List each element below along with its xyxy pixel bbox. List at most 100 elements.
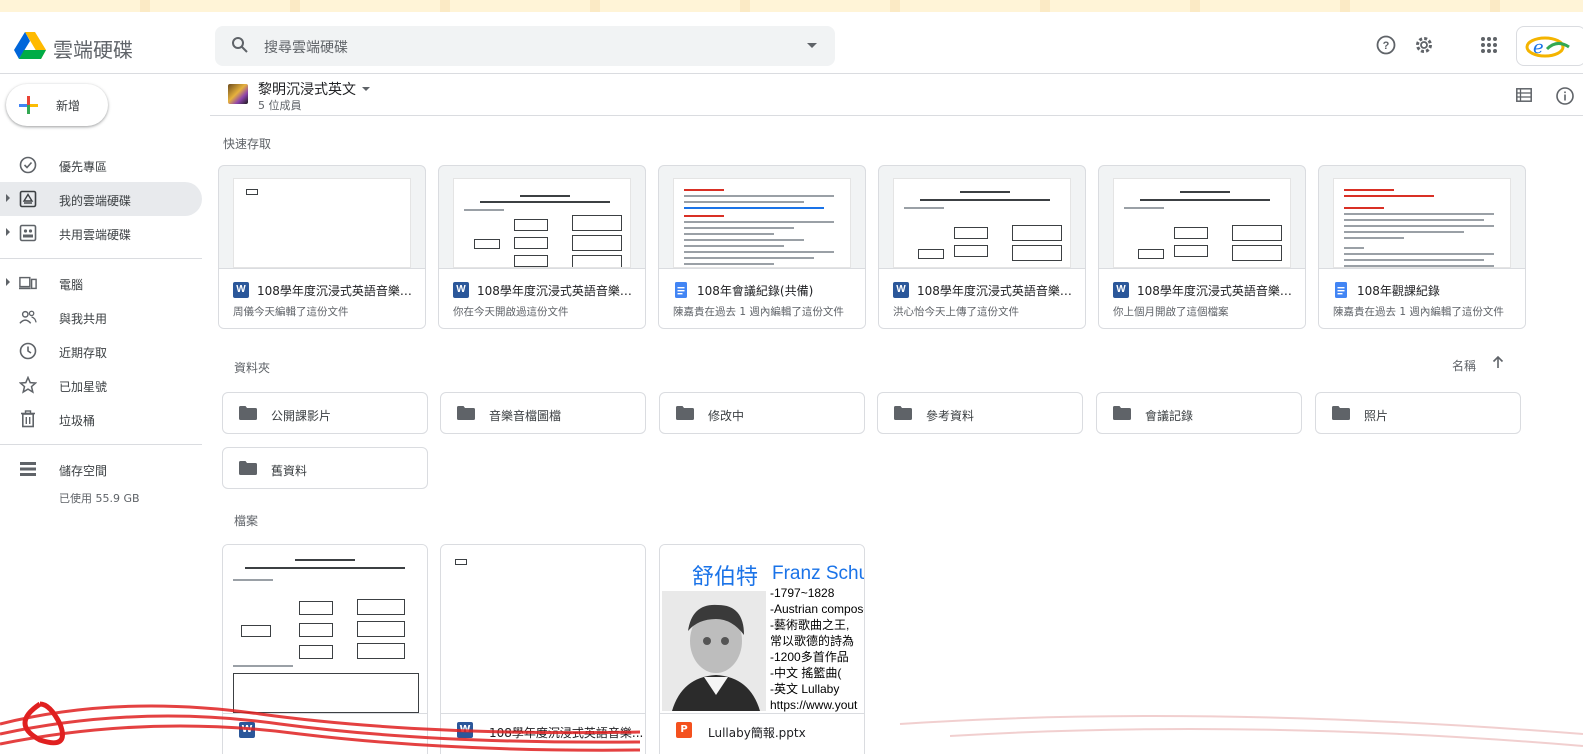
- folder-item[interactable]: 舊資料: [222, 447, 428, 489]
- help-icon[interactable]: ?: [1375, 34, 1397, 56]
- sidebar-item-label: 優先專區: [59, 160, 108, 174]
- file-thumbnail: [453, 178, 631, 268]
- sidebar-item-shared-drives[interactable]: 共用雲端硬碟: [0, 216, 202, 250]
- shared-drive-icon: [19, 224, 37, 242]
- folder-item[interactable]: 修改中: [659, 392, 865, 434]
- file-card[interactable]: 舒伯特 Franz Schu -1797~1828 -Austrian comp…: [659, 544, 865, 754]
- file-activity: 你在今天開啟過這份文件: [453, 306, 569, 318]
- google-docs-icon: [673, 282, 689, 298]
- slide-line: 常以歌德的詩為: [770, 634, 855, 648]
- new-button[interactable]: 新增: [6, 84, 108, 126]
- star-icon: [19, 376, 37, 394]
- file-thumbnail: [673, 178, 851, 268]
- shared-drive-thumbnail[interactable]: [228, 84, 248, 104]
- search-options-icon[interactable]: [807, 43, 817, 48]
- expand-arrow-icon[interactable]: [6, 278, 10, 286]
- folder-icon: [457, 406, 475, 420]
- folder-icon: [1332, 406, 1350, 420]
- list-view-icon[interactable]: [1516, 88, 1532, 102]
- apps-grid-icon[interactable]: [1478, 34, 1500, 56]
- powerpoint-file-icon: P: [676, 722, 692, 738]
- browser-top-strip: [0, 0, 1583, 12]
- folder-item[interactable]: 會議記錄: [1096, 392, 1302, 434]
- sidebar-item-label: 電腦: [59, 278, 84, 292]
- card-meta: W 108學年度沉浸式英語音樂教... 洪心怡今天上傳了這份文件: [879, 268, 1085, 328]
- file-name: 108學年度沉浸式英語音樂教...: [257, 284, 421, 298]
- folder-name: 修改中: [708, 409, 745, 423]
- file-name: 108年會議紀錄(共備): [697, 284, 814, 298]
- folder-item[interactable]: 音樂音檔圖檔: [440, 392, 646, 434]
- sidebar-item-shared-with-me[interactable]: 與我共用: [0, 300, 202, 334]
- folder-item[interactable]: 公開課影片: [222, 392, 428, 434]
- slide-line: -Austrian compose: [770, 602, 865, 616]
- card-meta: W 108學年度沉浸式英語音樂教... 你上個月開啟了這個檔案: [1099, 268, 1305, 328]
- file-card[interactable]: W: [222, 544, 428, 754]
- search-icon[interactable]: [231, 36, 249, 54]
- file-name: 108年觀課紀錄: [1357, 284, 1440, 298]
- folders-heading: 資料夾: [234, 361, 271, 375]
- sidebar-divider: [0, 444, 202, 445]
- slide-thumbnail: 舒伯特 Franz Schu -1797~1828 -Austrian comp…: [660, 545, 865, 713]
- app-title[interactable]: 雲端硬碟: [53, 34, 133, 63]
- card-meta: W 108學年度沉浸式英語音樂教... 周儀今天編輯了這份文件: [219, 268, 425, 328]
- folder-icon: [239, 406, 257, 420]
- file-name: 108學年度沉浸式英語音樂教...: [917, 284, 1081, 298]
- sidebar-item-label: 我的雲端硬碟: [59, 194, 132, 208]
- settings-gear-icon[interactable]: [1413, 34, 1435, 56]
- quick-access-card[interactable]: W 108學年度沉浸式英語音樂教... 周儀今天編輯了這份文件: [218, 165, 426, 329]
- quick-access-card[interactable]: W 108學年度沉浸式英語音樂教... 你在今天開啟過這份文件: [438, 165, 646, 329]
- sidebar-item-priority[interactable]: 優先專區: [0, 148, 202, 182]
- google-docs-icon: [1333, 282, 1349, 298]
- slide-title-cn: 舒伯特: [692, 565, 759, 590]
- sidebar-item-label: 垃圾桶: [59, 414, 96, 428]
- folder-item[interactable]: 參考資料: [877, 392, 1083, 434]
- drive-logo-icon[interactable]: [14, 32, 46, 60]
- shared-drive-title[interactable]: 黎明沉浸式英文: [258, 79, 356, 99]
- sidebar-item-label: 儲存空間: [59, 464, 108, 478]
- word-file-icon: W: [239, 722, 255, 738]
- file-card[interactable]: W 108學年度沉浸式英語音樂...: [440, 544, 646, 754]
- search-input[interactable]: 搜尋雲端硬碟: [264, 37, 348, 57]
- sidebar-item-recent[interactable]: 近期存取: [0, 334, 202, 368]
- sidebar-item-label: 與我共用: [59, 312, 108, 326]
- slide-bullet-lines: -1797~1828 -Austrian compose -藝術歌曲之王, 常以…: [770, 585, 865, 713]
- arrow-up-icon[interactable]: [1491, 354, 1505, 370]
- file-meta: W: [223, 713, 427, 754]
- sidebar-item-my-drive[interactable]: 我的雲端硬碟: [0, 182, 202, 216]
- expand-arrow-icon[interactable]: [6, 194, 10, 202]
- search-bar[interactable]: 搜尋雲端硬碟: [215, 26, 835, 66]
- top-bar: 雲端硬碟 搜尋雲端硬碟 ? e: [0, 12, 1583, 74]
- folder-icon: [676, 406, 694, 420]
- chevron-down-icon[interactable]: [362, 87, 370, 91]
- word-file-icon: W: [893, 282, 909, 298]
- sidebar-item-starred[interactable]: 已加星號: [0, 368, 202, 402]
- info-icon[interactable]: [1555, 86, 1575, 106]
- file-name: 108學年度沉浸式英語音樂教...: [477, 284, 641, 298]
- file-thumbnail: [223, 545, 427, 713]
- quick-access-card[interactable]: W 108學年度沉浸式英語音樂教... 洪心怡今天上傳了這份文件: [878, 165, 1086, 329]
- quick-access-card[interactable]: 108年觀課紀錄 陳嘉貴在過去 1 週內編輯了這份文件: [1318, 165, 1526, 329]
- sort-by-name[interactable]: 名稱: [1452, 357, 1476, 374]
- sidebar-item-trash[interactable]: 垃圾桶: [0, 402, 202, 436]
- quick-access-card[interactable]: 108年會議紀錄(共備) 陳嘉貴在過去 1 週內編輯了這份文件: [658, 165, 866, 329]
- quick-access-card[interactable]: W 108學年度沉浸式英語音樂教... 你上個月開啟了這個檔案: [1098, 165, 1306, 329]
- card-meta: W 108學年度沉浸式英語音樂教... 你在今天開啟過這份文件: [439, 268, 645, 328]
- file-activity: 陳嘉貴在過去 1 週內編輯了這份文件: [673, 306, 844, 318]
- expand-arrow-icon[interactable]: [6, 228, 10, 236]
- file-meta: P Lullaby簡報.pptx: [660, 713, 864, 754]
- sidebar-item-computers[interactable]: 電腦: [0, 266, 202, 300]
- storage-usage-text: 已使用 55.9 GB: [59, 492, 140, 505]
- folder-item[interactable]: 照片: [1315, 392, 1521, 434]
- file-thumbnail: [1333, 178, 1511, 268]
- shared-drive-members[interactable]: 5 位成員: [258, 97, 302, 113]
- file-name: Lullaby簡報.pptx: [708, 726, 806, 740]
- drive-app: 雲端硬碟 搜尋雲端硬碟 ? e 新增 優先專區 我的雲端硬碟 共用雲端硬碟 電腦…: [0, 12, 1583, 754]
- file-activity: 陳嘉貴在過去 1 週內編輯了這份文件: [1333, 306, 1504, 318]
- sidebar-item-storage[interactable]: 儲存空間: [0, 452, 202, 486]
- folder-name: 會議記錄: [1145, 409, 1194, 423]
- schubert-portrait-image: [662, 591, 766, 711]
- folder-icon: [239, 461, 257, 475]
- shared-drive-header: 黎明沉浸式英文 5 位成員: [210, 74, 1583, 116]
- account-avatar[interactable]: e: [1516, 26, 1583, 66]
- priority-icon: [19, 156, 37, 174]
